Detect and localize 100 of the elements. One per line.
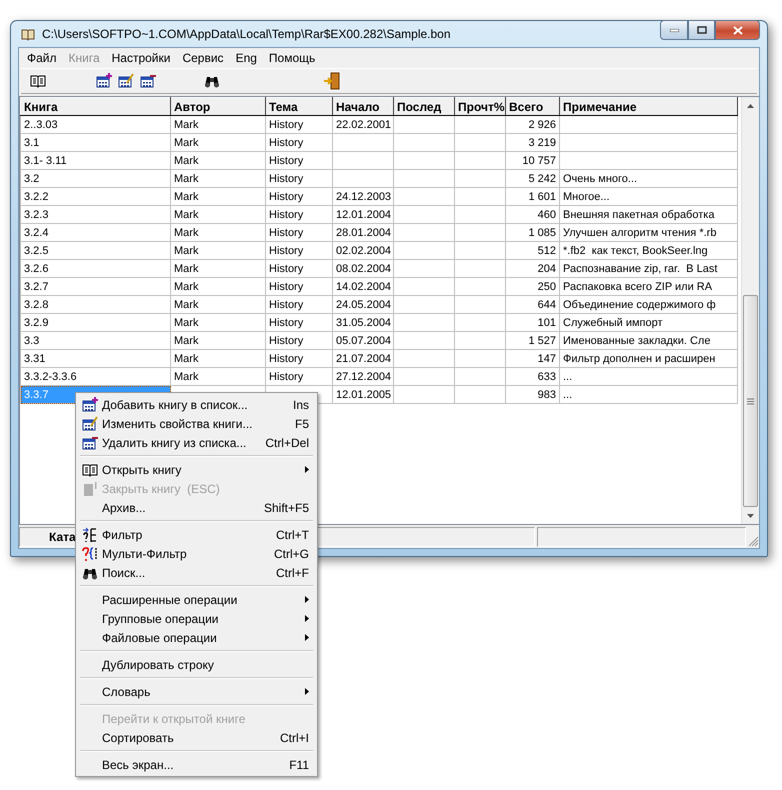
shortcut-label: Ctrl+Del	[265, 436, 309, 450]
add-book-icon	[82, 396, 98, 412]
table-cell: 3.2.3	[20, 206, 170, 224]
table-cell: History	[266, 224, 332, 242]
table-cell: Mark	[170, 242, 266, 260]
book-icon	[83, 480, 97, 496]
context-menu-item[interactable]: Поиск... Ctrl+F	[78, 563, 315, 582]
table-cell: History	[266, 296, 332, 314]
close-button[interactable]	[715, 20, 760, 40]
context-menu-item[interactable]: Сортировать Ctrl+I	[78, 728, 315, 747]
menu-item[interactable]: Сервис	[176, 51, 230, 65]
minimize-button[interactable]	[660, 20, 688, 40]
table-cell: 3.31	[20, 350, 170, 368]
table-cell: 460	[506, 206, 560, 224]
table-cell: Mark	[170, 314, 266, 332]
menu-item[interactable]: Eng	[230, 51, 263, 65]
column-header[interactable]: Примечание	[560, 98, 738, 116]
maximize-button[interactable]	[688, 20, 715, 40]
context-menu-item[interactable]: Групповые операции	[78, 609, 315, 628]
menu-item-label: Удалить книгу из списка...	[102, 436, 248, 450]
menu-item-label: Словарь	[102, 684, 152, 698]
table-cell: 10 757	[506, 152, 560, 170]
filter-icon	[82, 526, 98, 542]
menu-item[interactable]: Настройки	[106, 51, 176, 65]
window-title: C:\Users\SOFTPO~1.COM\AppData\Local\Temp\Rar$EX00.282\Sample.bon	[42, 27, 452, 41]
resize-grip-icon[interactable]	[748, 536, 759, 547]
column-header[interactable]: Книга	[20, 98, 170, 116]
context-menu-item[interactable]: Расширенные операции	[78, 590, 315, 609]
table-cell: 3.2.5	[20, 242, 170, 260]
status-text: Ката	[49, 530, 76, 544]
table-cell: Mark	[170, 116, 266, 134]
table-cell: History	[266, 170, 332, 188]
table-cell: Mark	[170, 134, 266, 152]
table-cell: 24.05.2004	[332, 296, 394, 314]
table-cell: Фильтр дополнен и расширен	[560, 350, 738, 368]
table-cell: 250	[506, 278, 560, 296]
table-cell: 3.2.7	[20, 278, 170, 296]
column-header[interactable]: Послед	[394, 98, 454, 116]
table-cell: ...	[560, 368, 738, 386]
menu-item-label: Мульти-Фильтр	[102, 546, 188, 560]
table-cell: 3.2.8	[20, 296, 170, 314]
column-header[interactable]: Всего	[506, 98, 560, 116]
table-cell: Mark	[170, 188, 266, 206]
context-menu-item[interactable]: Удалить книгу из списка... Ctrl+Del	[78, 433, 315, 452]
column-header[interactable]: Начало	[332, 98, 394, 116]
table-cell: 2 926	[506, 116, 560, 134]
shortcut-label: Ins	[292, 398, 309, 412]
table-cell: 24.12.2003	[332, 188, 394, 206]
menu-item-label: Расширенные операции	[102, 592, 238, 606]
table-cell: 31.05.2004	[332, 314, 394, 332]
table-cell: 3.1- 3.11	[20, 152, 170, 170]
menu-item[interactable]: Файл	[21, 51, 63, 65]
table-cell: 2..3.03	[20, 116, 170, 134]
context-menu-item[interactable]: Файловые операции	[78, 628, 315, 647]
table-cell: History	[266, 116, 332, 134]
table-cell: History	[266, 134, 332, 152]
table-cell: ...	[560, 386, 738, 404]
table-cell: 3.3.2-3.3.6	[20, 368, 170, 386]
close-icon	[732, 26, 742, 34]
table-cell: 1 085	[506, 224, 560, 242]
table-cell: History	[266, 206, 332, 224]
shortcut-label: Ctrl+F	[276, 566, 309, 580]
column-header[interactable]: Прочт%	[454, 98, 506, 116]
table-cell: Многое...	[560, 188, 738, 206]
context-menu-item[interactable]: Мульти-Фильтр Ctrl+G	[78, 544, 315, 563]
column-header[interactable]: Автор	[170, 98, 266, 116]
table-cell: History	[266, 350, 332, 368]
table-cell: 101	[506, 314, 560, 332]
table-cell: History	[266, 368, 332, 386]
table-cell: 3.1	[20, 134, 170, 152]
table-cell: History	[266, 188, 332, 206]
table-cell: Mark	[170, 368, 266, 386]
context-menu-item[interactable]: Фильтр Ctrl+T	[78, 525, 315, 544]
table-cell: 14.02.2004	[332, 278, 394, 296]
table-cell: *.fb2 как текст, BookSeer.lng	[560, 242, 738, 260]
menu-item-label: Поиск...	[102, 566, 146, 580]
table-cell: 1 527	[506, 332, 560, 350]
context-menu-item[interactable]: Открыть книгу	[78, 460, 315, 479]
menu-item-label: Изменить свойства книги...	[102, 416, 254, 430]
menu-item-label: Перейти к открытой книге	[102, 712, 246, 726]
table-cell: Улучшен алгоритм чтения *.rb	[560, 224, 738, 242]
table-cell: 3 219	[506, 134, 560, 152]
table-cell: 204	[506, 260, 560, 278]
context-menu-item[interactable]: Дублировать строку	[78, 655, 315, 674]
shortcut-label: Ctrl+I	[280, 730, 309, 744]
menu-item[interactable]: Помощь	[262, 51, 322, 65]
table-cell: 28.01.2004	[332, 224, 394, 242]
table-cell: 5 242	[506, 170, 560, 188]
column-header[interactable]: Тема	[266, 98, 332, 116]
table-cell: 12.01.2005	[332, 386, 394, 404]
context-menu-item[interactable]: Изменить свойства книги... F5	[78, 414, 315, 433]
delete-book-icon	[82, 434, 98, 450]
context-menu-item[interactable]: Архив... Shift+F5	[78, 498, 315, 517]
table-cell: 1 601	[506, 188, 560, 206]
context-menu-item[interactable]: Словарь	[78, 682, 315, 701]
table-cell: Mark	[170, 152, 266, 170]
edit-book-icon	[82, 416, 98, 432]
vertical-scrollbar[interactable]	[741, 97, 759, 524]
context-menu-item[interactable]: Весь экран... F11	[78, 755, 315, 774]
table-cell: 05.07.2004	[332, 332, 394, 350]
